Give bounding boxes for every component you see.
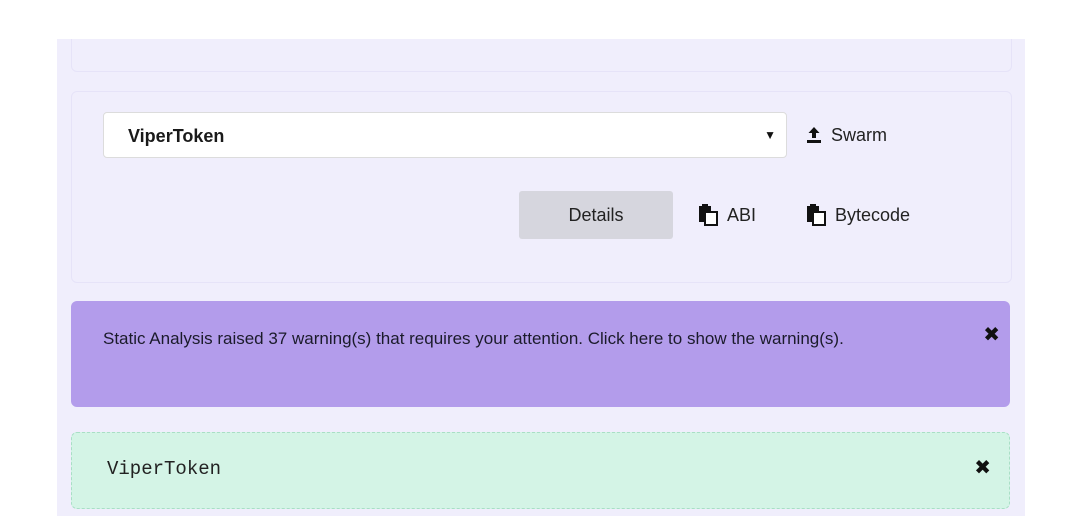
contract-select-value: ViperToken <box>128 126 225 146</box>
caret-down-icon: ▼ <box>764 128 776 142</box>
close-icon[interactable]: ✖ <box>983 319 1000 351</box>
close-icon[interactable]: ✖ <box>974 455 991 480</box>
swarm-button[interactable]: Swarm <box>805 121 887 149</box>
bytecode-button[interactable]: Bytecode <box>805 201 910 229</box>
contract-select[interactable]: ViperToken ▼ <box>103 112 787 158</box>
clipboard-icon <box>805 204 827 226</box>
details-button[interactable]: Details <box>519 191 673 239</box>
upload-icon <box>805 126 823 144</box>
swarm-label: Swarm <box>831 124 888 145</box>
compiled-contract-name: ViperToken <box>107 458 222 480</box>
warning-text: Static Analysis raised 37 warning(s) tha… <box>103 329 844 348</box>
previous-card <box>71 39 1012 72</box>
bytecode-label: Bytecode <box>835 204 911 225</box>
abi-button[interactable]: ABI <box>697 201 756 229</box>
compiled-contract-alert: ViperToken ✖ <box>71 432 1010 509</box>
abi-label: ABI <box>727 204 757 225</box>
clipboard-icon <box>697 204 719 226</box>
static-analysis-warning[interactable]: Static Analysis raised 37 warning(s) tha… <box>71 301 1010 407</box>
